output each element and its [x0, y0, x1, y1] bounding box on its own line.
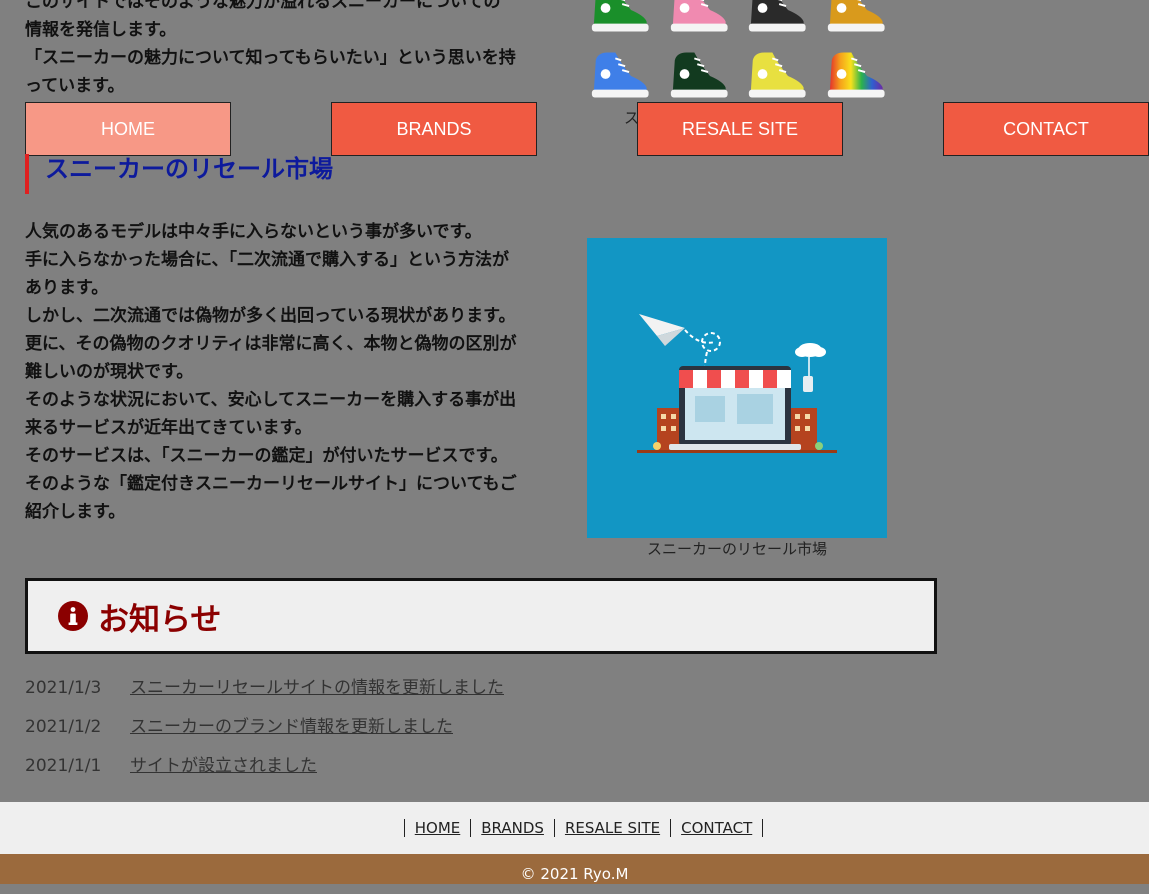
- article-line: 紹介します。: [25, 502, 126, 522]
- notice-heading-box: お知らせ: [25, 578, 937, 654]
- nav-contact-button[interactable]: CONTACT: [943, 102, 1149, 156]
- footer-link-resale-site[interactable]: RESALE SITE: [553, 819, 670, 837]
- article-line: 来るサービスが近年出てきています。: [25, 418, 312, 438]
- resale-market-illustration: [587, 238, 887, 538]
- news-date: 2021/1/3: [25, 678, 102, 698]
- sneaker-icon: [591, 0, 649, 32]
- online-shop-laptop-illustration: [637, 314, 837, 453]
- article-line: 更に、その偽物のクオリティは非常に高く、本物と偽物の区別が: [25, 334, 517, 354]
- intro-line: このサイトではそのような魅力が溢れるスニーカーについての: [25, 0, 501, 12]
- intro-line: 情報を発信します。: [25, 20, 177, 40]
- article-line: そのサービスは、「スニーカーの鑑定」が付いたサービスです。: [25, 446, 508, 466]
- article-line: 人気のあるモデルは中々手に入らないという事が多いです。: [25, 222, 482, 242]
- article-body: 人気のあるモデルは中々手に入らないという事が多いです。 手に入らなかった場合に、…: [25, 218, 545, 526]
- news-link[interactable]: スニーカーリセールサイトの情報を更新しました: [130, 678, 504, 698]
- copyright: © 2021 Ryo.M: [0, 854, 1149, 884]
- intro-line: 「スニーカーの魅力について知ってもらいたい」という思いを持: [25, 48, 516, 68]
- sneaker-icon: [670, 0, 728, 32]
- footer-link-brands[interactable]: BRANDS: [470, 819, 554, 837]
- sneaker-icon: [670, 52, 728, 98]
- sneaker-row: [586, 46, 888, 104]
- illustration-caption: スニーカーのリセール市場: [646, 540, 827, 558]
- news-list: 2021/1/3 スニーカーリセールサイトの情報を更新しました 2021/1/2…: [25, 678, 504, 795]
- sneaker-icon: [748, 0, 806, 32]
- footer-link-contact[interactable]: CONTACT: [670, 819, 764, 837]
- sneaker-row: [586, 0, 888, 38]
- article-line: そのような「鑑定付きスニーカーリセールサイト」についてもご: [25, 474, 517, 494]
- article-line: しかし、二次流通では偽物が多く出回っている現状があります。: [25, 306, 516, 326]
- info-circle-icon: [58, 601, 88, 631]
- sneaker-icon: [827, 52, 885, 98]
- nav-home-button[interactable]: HOME: [25, 102, 231, 156]
- news-item: 2021/1/2 スニーカーのブランド情報を更新しました: [25, 717, 504, 737]
- news-date: 2021/1/1: [25, 756, 102, 776]
- article-line: 手に入らなかった場合に、「二次流通で購入する」という方法が: [25, 250, 509, 270]
- intro-line: っています。: [25, 76, 125, 96]
- article-line: あります。: [25, 278, 109, 298]
- article-line: そのような状況において、安心してスニーカーを購入する事が出: [25, 390, 517, 410]
- sneaker-grid-image: [586, 0, 888, 112]
- news-link[interactable]: スニーカーのブランド情報を更新しました: [130, 717, 453, 737]
- section-heading: スニーカーのリセール市場: [25, 154, 333, 194]
- nav-brands-button[interactable]: BRANDS: [331, 102, 537, 156]
- article-line: 難しいのが現状です。: [25, 362, 194, 382]
- news-item: 2021/1/3 スニーカーリセールサイトの情報を更新しました: [25, 678, 504, 698]
- news-date: 2021/1/2: [25, 717, 102, 737]
- global-nav: HOME BRANDS RESALE SITE CONTACT: [25, 102, 1149, 156]
- sneaker-icon: [827, 0, 885, 32]
- notice-title: お知らせ: [98, 601, 222, 638]
- section-title-text: スニーカーのリセール市場: [45, 155, 333, 183]
- intro-text: このサイトではそのような魅力が溢れるスニーカーについての 情報を発信します。 「…: [25, 0, 545, 100]
- sneaker-icon: [748, 52, 806, 98]
- news-link[interactable]: サイトが設立されました: [130, 756, 317, 776]
- news-item: 2021/1/1 サイトが設立されました: [25, 756, 504, 776]
- footer-link-home[interactable]: HOME: [403, 819, 471, 837]
- sneaker-icon: [591, 52, 649, 98]
- footer-nav: HOME BRANDS RESALE SITE CONTACT: [0, 802, 1149, 854]
- nav-resale-site-button[interactable]: RESALE SITE: [637, 102, 843, 156]
